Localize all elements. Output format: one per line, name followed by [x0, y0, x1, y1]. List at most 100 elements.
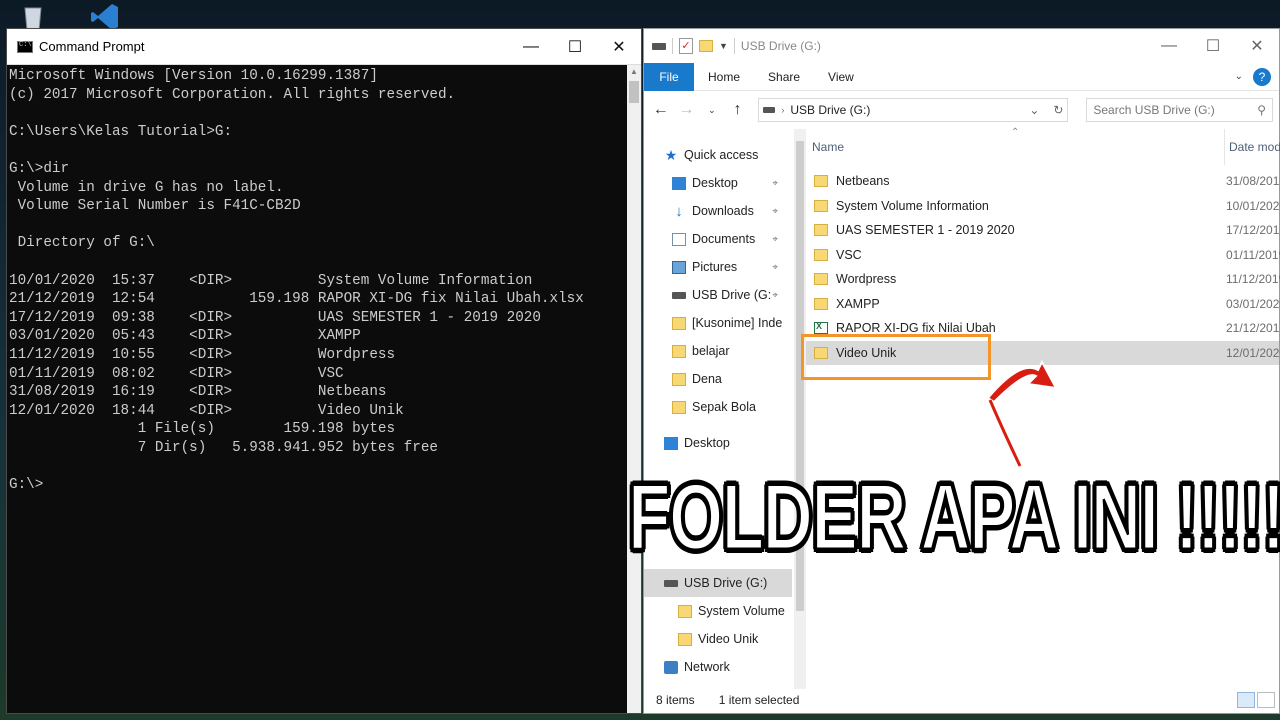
- nav-item[interactable]: Network: [644, 653, 792, 681]
- back-arrow-icon[interactable]: ←: [650, 101, 672, 119]
- selection-count: 1 item selected: [718, 693, 800, 707]
- qat-dropdown-icon[interactable]: ▼: [719, 41, 728, 51]
- up-arrow-icon[interactable]: ↑: [727, 101, 749, 119]
- maximize-icon[interactable]: ☐: [1191, 28, 1235, 64]
- desktop-icon: [664, 436, 678, 450]
- minimize-icon[interactable]: —: [1147, 28, 1191, 64]
- tab-share[interactable]: Share: [754, 63, 814, 91]
- pin-icon[interactable]: ⌖: [772, 290, 778, 301]
- search-icon[interactable]: ⚲: [1257, 103, 1266, 117]
- file-row[interactable]: UAS SEMESTER 1 - 2019 2020 17/12/2019: [806, 218, 1280, 243]
- overlay-caption: FOLDER APA INI !!!!!!: [627, 463, 1280, 571]
- address-dropdown-icon[interactable]: ⌄: [1025, 103, 1043, 117]
- details-view-icon[interactable]: [1237, 692, 1255, 708]
- picture-icon: [672, 260, 686, 274]
- cmd-scrollbar[interactable]: ▲: [627, 65, 641, 713]
- cmd-title: Command Prompt: [39, 39, 145, 54]
- search-input[interactable]: Search USB Drive (G:): [1093, 103, 1257, 117]
- tab-file[interactable]: File: [644, 62, 694, 91]
- file-row[interactable]: XAMPP 03/01/2020: [806, 292, 1280, 317]
- close-icon[interactable]: ✕: [597, 29, 641, 65]
- nav-item[interactable]: USB Drive (G:): [644, 569, 792, 597]
- nav-item[interactable]: Pictures ⌖: [644, 253, 792, 281]
- tab-view[interactable]: View: [814, 63, 868, 91]
- file-date: 12/01/2020: [1226, 345, 1280, 360]
- command-prompt-window[interactable]: Command Prompt — ☐ ✕ Microsoft Windows […: [6, 28, 642, 714]
- new-folder-icon[interactable]: [699, 40, 713, 52]
- nav-item[interactable]: ↓ Downloads ⌖: [644, 197, 792, 225]
- cmd-console-output[interactable]: Microsoft Windows [Version 10.0.16299.13…: [7, 65, 627, 713]
- nav-item-label: Desktop: [692, 176, 738, 190]
- file-name: VSC: [836, 247, 862, 262]
- minimize-icon[interactable]: —: [509, 29, 553, 65]
- navigation-pane[interactable]: ★ Quick access Desktop ⌖ ↓ Downloads ⌖ Document…: [644, 129, 792, 689]
- nav-item[interactable]: USB Drive (G: ⌖: [644, 281, 792, 309]
- maximize-icon[interactable]: ☐: [553, 29, 597, 65]
- nav-item[interactable]: Dena: [644, 365, 792, 393]
- network-icon: [664, 660, 678, 674]
- file-date: 03/01/2020: [1226, 296, 1280, 311]
- refresh-icon[interactable]: ↻: [1049, 103, 1067, 117]
- nav-item-label: Sepak Bola: [692, 400, 756, 414]
- nav-item[interactable]: Sepak Bola: [644, 393, 792, 421]
- search-box[interactable]: Search USB Drive (G:) ⚲: [1086, 98, 1273, 122]
- nav-item[interactable]: Video Unik: [644, 625, 792, 653]
- cmd-titlebar[interactable]: Command Prompt — ☐ ✕: [7, 29, 641, 65]
- help-icon[interactable]: ?: [1253, 67, 1271, 86]
- nav-item-label: Documents: [692, 232, 756, 246]
- folder-icon: [678, 604, 692, 618]
- console-line: 03/01/2020 05:43 <DIR> XAMPP: [9, 328, 361, 345]
- console-line: 11/12/2019 10:55 <DIR> Wordpress: [9, 346, 396, 363]
- column-date-modified[interactable]: Date modi: [1224, 129, 1280, 165]
- tab-home[interactable]: Home: [694, 63, 754, 91]
- nav-item[interactable]: Desktop ⌖: [644, 169, 792, 197]
- scroll-thumb[interactable]: [629, 81, 639, 103]
- expand-ribbon-icon[interactable]: ⌄: [1235, 71, 1243, 82]
- close-icon[interactable]: ✕: [1235, 28, 1279, 64]
- pin-icon[interactable]: ⌖: [772, 178, 778, 189]
- properties-icon[interactable]: ✓: [679, 38, 693, 54]
- console-line: Directory of G:\: [9, 235, 155, 252]
- recent-locations-icon[interactable]: ⌄: [701, 105, 723, 116]
- pin-icon[interactable]: ⌖: [772, 234, 778, 245]
- download-icon: ↓: [675, 202, 683, 220]
- pin-icon[interactable]: ⌖: [772, 262, 778, 273]
- nav-item-label: USB Drive (G:: [692, 288, 772, 302]
- breadcrumb-chevron-icon[interactable]: ›: [781, 105, 784, 115]
- drive-icon: [652, 42, 666, 50]
- status-bar: 8 items 1 item selected: [644, 687, 1279, 713]
- address-bar[interactable]: › USB Drive (G:) ⌄ ↻: [758, 98, 1069, 122]
- nav-item[interactable]: Documents ⌖: [644, 225, 792, 253]
- cmd-app-icon: [17, 40, 33, 53]
- file-row[interactable]: VSC 01/11/2019: [806, 243, 1280, 268]
- console-line: Microsoft Windows [Version 10.0.16299.13…: [9, 68, 378, 84]
- nav-item-label: USB Drive (G:): [684, 576, 768, 590]
- pin-icon[interactable]: ⌖: [772, 206, 778, 217]
- console-line: 01/11/2019 08:02 <DIR> VSC: [9, 365, 344, 382]
- nav-item[interactable]: belajar: [644, 337, 792, 365]
- nav-item[interactable]: Desktop: [644, 429, 792, 457]
- drive-icon: [664, 579, 678, 587]
- forward-arrow-icon[interactable]: →: [676, 101, 698, 119]
- file-row[interactable]: Wordpress 11/12/2019: [806, 267, 1280, 292]
- scroll-up-icon[interactable]: ▲: [627, 65, 641, 79]
- console-line: (c) 2017 Microsoft Corporation. All righ…: [9, 86, 456, 103]
- explorer-titlebar[interactable]: ✓ ▼ USB Drive (G:) — ☐ ✕: [644, 29, 1279, 63]
- quick-access-toolbar: ✓ ▼: [644, 38, 735, 54]
- folder-icon: [678, 632, 692, 646]
- file-row[interactable]: System Volume Information 10/01/2020: [806, 194, 1280, 219]
- large-icons-view-icon[interactable]: [1257, 692, 1275, 708]
- ribbon-tabs: File Home Share View ⌄ ?: [644, 62, 1279, 91]
- folder-icon: [814, 224, 828, 237]
- column-name[interactable]: Name: [812, 140, 844, 154]
- folder-icon: [814, 199, 828, 212]
- folder-icon: [672, 400, 686, 414]
- nav-item[interactable]: ★ Quick access: [644, 141, 792, 169]
- file-row[interactable]: Netbeans 31/08/2019: [806, 169, 1280, 194]
- desktop-icon: [672, 176, 686, 190]
- nav-item[interactable]: [Kusonime] Inde: [644, 309, 792, 337]
- nav-item[interactable]: System Volume: [644, 597, 792, 625]
- address-text[interactable]: USB Drive (G:): [790, 103, 1019, 117]
- highlight-box: [801, 334, 991, 380]
- nav-scrollbar[interactable]: [794, 129, 806, 689]
